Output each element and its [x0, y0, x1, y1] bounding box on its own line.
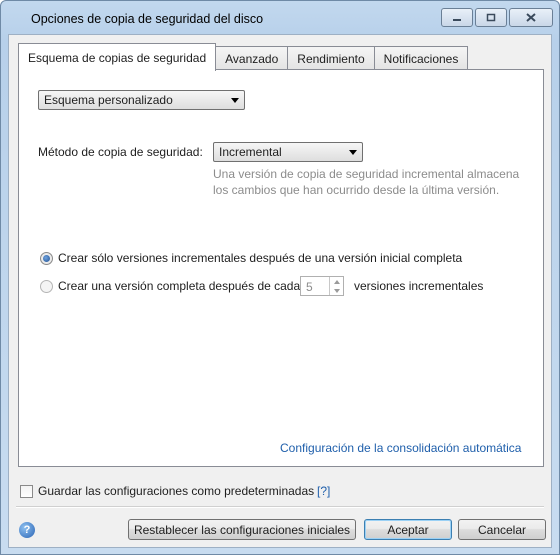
method-hint: Una versión de copia de seguridad increm… — [213, 166, 519, 198]
tab-advanced[interactable]: Avanzado — [215, 46, 289, 70]
tab-backup-scheme[interactable]: Esquema de copias de seguridad — [18, 43, 217, 71]
scheme-dropdown-value: Esquema personalizado — [44, 93, 173, 107]
window-title: Opciones de copia de seguridad del disco — [31, 12, 264, 26]
versions-stepper[interactable]: 5 — [300, 276, 344, 296]
method-dropdown-value: Incremental — [219, 145, 282, 159]
method-label: Método de copia de seguridad: — [38, 145, 203, 159]
cancel-button[interactable]: Cancelar — [458, 519, 546, 540]
chevron-down-icon — [349, 150, 357, 155]
tab-panel: Esquema personalizado Método de copia de… — [18, 69, 544, 467]
tab-notifications[interactable]: Notificaciones — [373, 46, 469, 70]
window-controls — [441, 8, 553, 27]
consolidation-settings-link[interactable]: Configuración de la consolidación automá… — [280, 441, 521, 455]
dialog-window: Opciones de copia de seguridad del disco… — [0, 0, 560, 555]
ok-button[interactable]: Aceptar — [364, 519, 452, 540]
dialog-client-area: Esquema de copias de seguridad Avanzado … — [8, 34, 552, 548]
method-dropdown[interactable]: Incremental — [213, 142, 363, 162]
radio-incremental-only-label: Crear sólo versiones incrementales despu… — [58, 251, 463, 265]
radio-full-after-each-label: Crear una versión completa después de ca… — [58, 279, 301, 293]
footer-divider — [16, 506, 544, 508]
versions-suffix-label: versiones incrementales — [354, 279, 484, 293]
maximize-icon — [486, 13, 496, 22]
close-button[interactable] — [509, 8, 553, 27]
radio-full-after-each[interactable] — [40, 280, 53, 293]
save-default-help-link[interactable]: [?] — [317, 484, 330, 498]
stepper-down-icon[interactable] — [330, 286, 343, 295]
method-hint-line2: los cambios que han ocurrido desde la úl… — [213, 183, 500, 197]
close-icon — [526, 13, 536, 22]
title-bar[interactable]: Opciones de copia de seguridad del disco — [1, 1, 559, 35]
radio-incremental-only[interactable] — [40, 252, 53, 265]
save-default-checkbox[interactable] — [20, 485, 33, 498]
versions-stepper-value: 5 — [306, 280, 313, 294]
stepper-buttons — [329, 277, 343, 295]
reset-defaults-button[interactable]: Restablecer las configuraciones iniciale… — [128, 519, 356, 540]
save-default-label: Guardar las configuraciones como predete… — [38, 484, 315, 498]
method-hint-line1: Una versión de copia de seguridad increm… — [213, 167, 520, 181]
minimize-button[interactable] — [441, 8, 473, 27]
tab-performance[interactable]: Rendimiento — [287, 46, 375, 70]
tab-strip: Esquema de copias de seguridad Avanzado … — [18, 42, 469, 71]
stepper-up-icon[interactable] — [330, 277, 343, 286]
chevron-down-icon — [231, 98, 239, 103]
maximize-button[interactable] — [475, 8, 507, 27]
scheme-dropdown[interactable]: Esquema personalizado — [38, 90, 245, 110]
question-icon[interactable]: ? — [19, 522, 35, 538]
minimize-icon — [453, 18, 461, 21]
